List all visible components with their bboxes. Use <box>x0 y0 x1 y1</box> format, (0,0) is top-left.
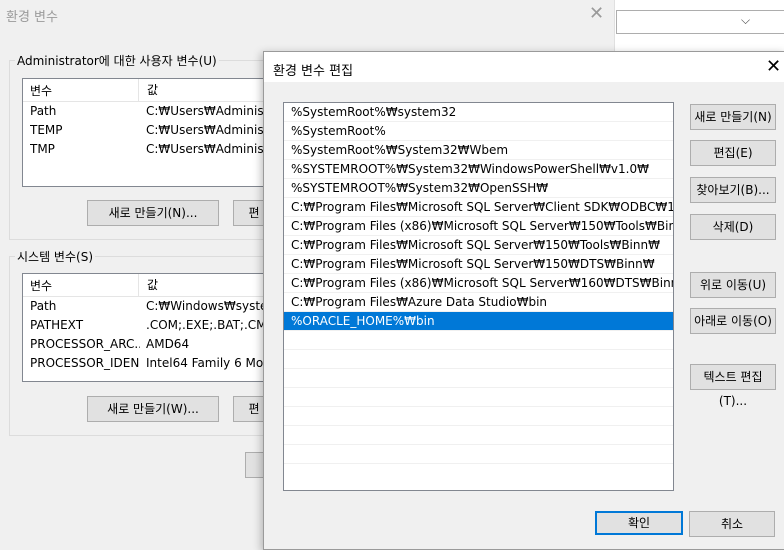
edit-button[interactable]: 편집(E) <box>690 140 776 166</box>
var-name: TMP <box>30 142 55 156</box>
move-down-button[interactable]: 아래로 이동(O) <box>690 308 776 334</box>
column-value[interactable]: 값 <box>138 79 158 101</box>
dialog-titlebar: 환경 변수 편집 ✕ <box>264 52 784 82</box>
close-icon[interactable]: ✕ <box>589 3 604 24</box>
ok-button[interactable]: 확인 <box>595 511 683 535</box>
column-value[interactable]: 값 <box>138 274 158 296</box>
var-name: TEMP <box>30 123 63 137</box>
list-item[interactable]: C:₩Program Files (x86)₩Microsoft SQL Ser… <box>284 274 673 293</box>
new-button[interactable]: 새로 만들기(N) <box>690 104 776 130</box>
var-name: PROCESSOR_IDEN... <box>30 356 140 370</box>
list-item[interactable]: %SystemRoot%₩System32₩Wbem <box>284 141 673 160</box>
list-item[interactable]: C:₩Program Files₩Microsoft SQL Server₩15… <box>284 236 673 255</box>
var-value: AMD64 <box>146 337 190 351</box>
system-new-button[interactable]: 새로 만들기(W)... <box>87 396 219 422</box>
dialog-title: 환경 변수 편집 <box>273 64 354 79</box>
empty-row[interactable] <box>284 350 673 369</box>
var-name: PATHEXT <box>30 318 84 332</box>
edit-environment-variable-dialog: 환경 변수 편집 ✕ %SystemRoot%₩system32 %System… <box>263 51 784 550</box>
var-name: Path <box>30 299 57 313</box>
list-item-selected[interactable]: %ORACLE_HOME%₩bin <box>284 312 673 331</box>
list-item[interactable]: C:₩Program Files₩Microsoft SQL Server₩Cl… <box>284 198 673 217</box>
delete-button[interactable]: 삭제(D) <box>690 214 776 240</box>
empty-row[interactable] <box>284 369 673 388</box>
list-item[interactable]: C:₩Program Files (x86)₩Microsoft SQL Ser… <box>284 217 673 236</box>
empty-row[interactable] <box>284 407 673 426</box>
user-variables-label: Administrator에 대한 사용자 변수(U) <box>15 52 219 69</box>
move-up-button[interactable]: 위로 이동(U) <box>690 272 776 298</box>
chevron-down-icon[interactable]: ⌵ <box>741 13 750 28</box>
list-item[interactable]: %SystemRoot% <box>284 122 673 141</box>
empty-row[interactable] <box>284 331 673 350</box>
list-item[interactable]: %SYSTEMROOT%₩System32₩WindowsPowerShell₩… <box>284 160 673 179</box>
empty-row[interactable] <box>284 426 673 445</box>
list-item[interactable]: C:₩Program Files₩Azure Data Studio₩bin <box>284 293 673 312</box>
cancel-button[interactable]: 취소 <box>689 511 775 537</box>
user-new-button[interactable]: 새로 만들기(N)... <box>87 200 219 226</box>
empty-row[interactable] <box>284 388 673 407</box>
combo-box[interactable] <box>616 10 784 34</box>
list-item[interactable]: C:₩Program Files₩Microsoft SQL Server₩15… <box>284 255 673 274</box>
browse-button[interactable]: 찾아보기(B)... <box>690 177 776 203</box>
var-value: .COM;.EXE;.BAT;.CMD <box>146 318 276 332</box>
var-name: PROCESSOR_ARC... <box>30 337 140 351</box>
close-icon[interactable]: ✕ <box>766 56 781 77</box>
column-variable[interactable]: 변수 <box>30 82 52 99</box>
column-variable[interactable]: 변수 <box>30 277 52 294</box>
var-value: Intel64 Family 6 Mod <box>146 356 271 370</box>
path-list[interactable]: %SystemRoot%₩system32 %SystemRoot% %Syst… <box>283 102 674 491</box>
list-item[interactable]: %SystemRoot%₩system32 <box>284 103 673 122</box>
edit-text-button[interactable]: 텍스트 편집(T)... <box>690 364 776 408</box>
empty-row[interactable] <box>284 445 673 464</box>
var-name: Path <box>30 104 57 118</box>
list-item[interactable]: %SYSTEMROOT%₩System32₩OpenSSH₩ <box>284 179 673 198</box>
window-title: 환경 변수 <box>6 10 58 25</box>
system-variables-label: 시스템 변수(S) <box>15 248 95 265</box>
